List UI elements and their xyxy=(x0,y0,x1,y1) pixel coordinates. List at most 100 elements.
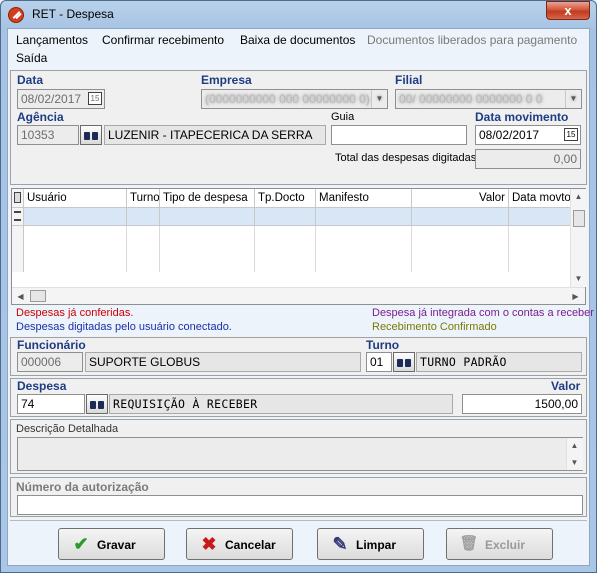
binoculars-icon xyxy=(397,356,411,368)
despesa-search-button[interactable] xyxy=(86,394,108,414)
grid-corner xyxy=(12,189,24,208)
scroll-up-icon[interactable]: ▲ xyxy=(567,441,582,450)
menu-lancamentos[interactable]: Lançamentos xyxy=(16,33,88,47)
excluir-button[interactable]: 🗑 Excluir xyxy=(446,528,553,560)
autorizacao-input[interactable] xyxy=(17,495,583,515)
grid-column xyxy=(127,226,160,272)
app-icon xyxy=(8,7,24,23)
close-button[interactable]: x xyxy=(546,1,590,20)
empresa-value: (0000000000 000 00000000 0) xyxy=(205,92,370,106)
despesa-code-field[interactable]: 74 xyxy=(17,394,85,414)
grid-column xyxy=(160,226,255,272)
scroll-up-icon[interactable]: ▲ xyxy=(571,192,586,201)
turno-name: TURNO PADRÃO xyxy=(416,352,582,372)
grid-column xyxy=(255,226,316,272)
descricao-scrollbar[interactable]: ▲ ▼ xyxy=(566,438,583,470)
binoculars-icon xyxy=(90,398,104,410)
grid-header-tipo-despesa[interactable]: Tipo de despesa xyxy=(160,189,255,208)
scroll-thumb[interactable] xyxy=(30,290,46,302)
grid-header-manifesto[interactable]: Manifesto xyxy=(316,189,412,208)
grid-column xyxy=(412,226,509,272)
menu-bar: Lançamentos Confirmar recebimento Baixa … xyxy=(8,30,589,70)
grid-vertical-scrollbar[interactable]: ▲ ▼ xyxy=(570,189,587,287)
grid-header-tp-docto[interactable]: Tp.Docto xyxy=(255,189,316,208)
filial-select[interactable]: 00/ 00000000 0000000 0 0 ▼ xyxy=(395,89,582,109)
total-label: Total das despesas digitadas xyxy=(335,152,477,164)
guia-input[interactable] xyxy=(331,125,467,145)
agencia-name: LUZENIR - ITAPECERICA DA SERRA xyxy=(104,125,326,145)
turno-search-button[interactable] xyxy=(393,352,415,372)
grid-menu-icon xyxy=(14,192,21,203)
grid-column xyxy=(316,226,412,272)
table-cell[interactable] xyxy=(412,208,509,226)
footer-divider xyxy=(10,520,587,521)
cancelar-button[interactable]: ✖ Cancelar xyxy=(186,528,293,560)
eraser-icon: ✎ xyxy=(332,534,348,554)
grid-header-data-movto[interactable]: Data movto xyxy=(509,189,571,208)
row-indicator[interactable] xyxy=(12,208,24,226)
gravar-button[interactable]: ✔ Gravar xyxy=(58,528,165,560)
filial-label: Filial xyxy=(395,73,423,87)
agencia-code-field[interactable]: 10353 xyxy=(17,125,79,145)
autorizacao-label: Número da autorização xyxy=(16,480,149,494)
scroll-left-icon[interactable]: ◀ xyxy=(13,292,28,301)
table-cell[interactable] xyxy=(160,208,255,226)
descricao-textarea[interactable] xyxy=(17,437,583,471)
agencia-search-button[interactable] xyxy=(80,125,102,145)
chevron-down-icon[interactable]: ▼ xyxy=(371,90,387,108)
table-cell[interactable] xyxy=(127,208,160,226)
funcionario-code-field[interactable]: 000006 xyxy=(17,352,83,372)
calendar-icon[interactable]: 15 xyxy=(88,92,102,105)
table-cell[interactable] xyxy=(24,208,127,226)
descricao-label: Descrição Detalhada xyxy=(16,423,119,435)
trash-icon: 🗑 xyxy=(459,535,479,552)
grid-horizontal-scrollbar[interactable]: ◀ ▶ xyxy=(12,287,585,304)
filial-value: 00/ 00000000 0000000 0 0 xyxy=(399,92,543,106)
data-movimento-value: 08/02/2017 xyxy=(479,128,540,142)
title-bar: RET - Despesa x xyxy=(0,0,597,28)
chevron-down-icon[interactable]: ▼ xyxy=(565,90,581,108)
empresa-label: Empresa xyxy=(201,73,252,87)
despesas-grid[interactable]: Usuário Turno Tipo de despesa Tp.Docto M… xyxy=(11,188,587,305)
row-pointer-icon xyxy=(14,211,21,221)
despesa-label: Despesa xyxy=(17,379,67,393)
agencia-label: Agência xyxy=(17,110,64,124)
menu-documentos-liberados[interactable]: Documentos liberados para pagamento xyxy=(367,33,577,47)
menu-saida[interactable]: Saída xyxy=(16,51,47,65)
valor-input[interactable]: 1500,00 xyxy=(462,394,582,414)
grid-header-valor[interactable]: Valor xyxy=(412,189,509,208)
grid-header-usuario[interactable]: Usuário xyxy=(24,189,127,208)
gravar-label: Gravar xyxy=(97,538,136,552)
scroll-thumb[interactable] xyxy=(573,210,585,227)
table-cell[interactable] xyxy=(255,208,316,226)
table-cell[interactable] xyxy=(316,208,412,226)
binoculars-icon xyxy=(84,129,98,141)
excluir-label: Excluir xyxy=(485,538,526,552)
guia-label: Guia xyxy=(331,111,355,123)
turno-label: Turno xyxy=(366,338,400,352)
grid-header-turno[interactable]: Turno xyxy=(127,189,160,208)
check-icon: ✔ xyxy=(73,534,89,554)
calendar-icon[interactable]: 15 xyxy=(564,128,578,141)
limpar-button[interactable]: ✎ Limpar xyxy=(317,528,424,560)
legend-conferidas: Despesas já conferidas. xyxy=(16,307,134,319)
empresa-select[interactable]: (0000000000 000 00000000 0) ▼ xyxy=(201,89,388,109)
turno-code-field[interactable]: 01 xyxy=(366,352,392,372)
scroll-down-icon[interactable]: ▼ xyxy=(571,274,586,283)
data-label: Data xyxy=(17,73,44,87)
total-value: 0,00 xyxy=(475,149,581,169)
valor-label: Valor xyxy=(551,379,581,393)
cancelar-label: Cancelar xyxy=(225,538,276,552)
scroll-right-icon[interactable]: ▶ xyxy=(568,292,583,301)
funcionario-name: SUPORTE GLOBUS xyxy=(85,352,361,372)
limpar-label: Limpar xyxy=(356,538,397,552)
data-value: 08/02/2017 xyxy=(21,92,82,106)
scroll-down-icon[interactable]: ▼ xyxy=(567,458,582,467)
grid-column xyxy=(24,226,127,272)
menu-baixa-documentos[interactable]: Baixa de documentos xyxy=(240,33,355,47)
data-field[interactable]: 08/02/2017 15 xyxy=(17,89,105,109)
data-movimento-field[interactable]: 08/02/2017 15 xyxy=(475,125,581,145)
legend-conectado: Despesas digitadas pelo usuário conectad… xyxy=(16,321,232,333)
menu-confirmar-recebimento[interactable]: Confirmar recebimento xyxy=(102,33,224,47)
table-cell[interactable] xyxy=(509,208,571,226)
